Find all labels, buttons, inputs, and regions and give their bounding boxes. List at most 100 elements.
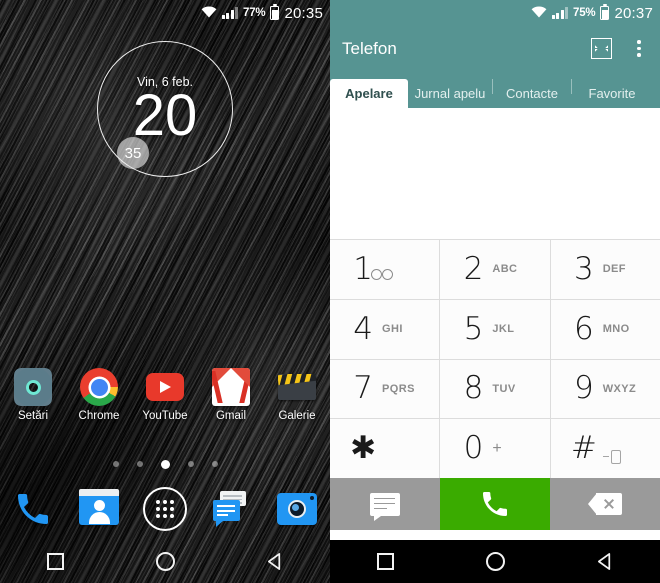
gear-center [25, 379, 41, 395]
nav-recents-button[interactable] [0, 553, 110, 570]
app-label: YouTube [142, 410, 188, 422]
page-dot[interactable] [136, 461, 143, 467]
key-7[interactable]: 7 PQRS [330, 359, 440, 419]
camera-icon [277, 489, 317, 529]
battery-icon [600, 3, 610, 20]
nav-home-button[interactable] [440, 552, 550, 571]
tab-bar: Apelare Jurnal apelu Contacte Favorite [330, 71, 660, 108]
triangle-back-icon [597, 553, 610, 570]
shrink-screen-icon[interactable] [591, 38, 612, 59]
key-number: 1 [353, 250, 374, 287]
key-0[interactable]: 0 + [440, 419, 550, 478]
backspace-button[interactable] [550, 478, 660, 530]
clock-minute: 35 [117, 137, 149, 169]
key-letters: GHI [382, 323, 403, 336]
dock-item-messages[interactable] [198, 487, 264, 531]
app-label: Galerie [278, 410, 316, 422]
battery-icon [270, 3, 280, 20]
key-number: 7 [353, 370, 374, 407]
key-letters: ABC [492, 263, 518, 276]
overflow-menu-icon[interactable] [630, 39, 648, 59]
clock-hour: 20 [132, 83, 198, 148]
dial-input-field[interactable] [330, 108, 660, 239]
key-number: 6 [573, 310, 594, 347]
clock-widget[interactable]: Vin, 6 feb. 20 35 [97, 41, 233, 177]
nav-back-button[interactable] [550, 552, 660, 571]
app-bar: Telefon [330, 26, 660, 71]
key-number: 9 [573, 370, 594, 407]
key-letters: DEF [602, 263, 626, 276]
app-icon-youtube[interactable]: YouTube [132, 368, 198, 422]
dock [0, 487, 330, 531]
dock-item-app-drawer[interactable] [132, 487, 198, 531]
key-letters: PQRS [382, 382, 415, 395]
nav-home-button[interactable] [110, 552, 220, 571]
tab-label: Jurnal apelu [414, 86, 486, 101]
settings-gear-icon [14, 368, 52, 406]
tab-apelare[interactable]: Apelare [330, 79, 408, 108]
key-4[interactable]: 4 GHI [330, 299, 440, 359]
page-dot-active[interactable] [160, 459, 170, 469]
tab-label: Contacte [505, 86, 559, 101]
message-button[interactable] [330, 478, 440, 530]
key-letters: MNO [602, 323, 630, 336]
tab-jurnal-apeluri[interactable]: Jurnal apelu [408, 79, 492, 108]
app-icon-gmail[interactable]: Gmail [198, 368, 264, 422]
dock-item-camera[interactable] [264, 487, 330, 531]
key-5[interactable]: 5 JKL [440, 299, 550, 359]
key-2[interactable]: 2 ABC [440, 240, 550, 299]
gmail-icon [212, 368, 250, 406]
key-number: 2 [463, 250, 484, 287]
dock-item-phone[interactable] [0, 487, 66, 531]
call-button[interactable] [440, 478, 550, 530]
battery-percent-label: 75% [573, 7, 596, 19]
cellular-signal-icon [221, 7, 239, 19]
page-dot[interactable] [112, 461, 119, 467]
key-plus: + [492, 439, 503, 457]
phone-dialer-app: 75% 20:37 Telefon Apelare Jurnal apelu C… [330, 0, 660, 583]
key-hash[interactable]: # [550, 419, 660, 478]
square-icon [376, 553, 394, 570]
nav-back-button[interactable] [220, 552, 330, 571]
action-bar [330, 478, 660, 530]
chrome-icon [80, 368, 118, 406]
battery-percent-label: 77% [243, 7, 266, 19]
status-clock: 20:37 [614, 4, 653, 22]
key-number: 8 [463, 370, 484, 407]
app-label: Chrome [78, 410, 120, 422]
circle-icon [485, 552, 505, 571]
wifi-icon [201, 5, 217, 21]
cellular-signal-icon [551, 7, 569, 19]
call-icon [483, 492, 507, 516]
key-9[interactable]: 9 WXYZ [550, 359, 660, 419]
circle-icon [155, 552, 175, 571]
app-drawer-icon [143, 487, 187, 531]
phone-handset-icon [13, 489, 53, 529]
app-icon-setari[interactable]: Setări [0, 368, 66, 422]
app-icon-galerie[interactable]: Galerie [264, 368, 330, 422]
key-8[interactable]: 8 TUV [440, 359, 550, 419]
dial-pad: 1 2 ABC 3 DEF 4 GHI 5 JKL 6 MNO 7 PQRS 8… [330, 239, 660, 478]
page-dot[interactable] [187, 461, 194, 467]
key-1[interactable]: 1 [330, 240, 440, 299]
page-dot[interactable] [211, 461, 218, 467]
key-6[interactable]: 6 MNO [550, 299, 660, 359]
key-star[interactable]: ✱ [330, 419, 440, 478]
contacts-icon [79, 489, 119, 529]
app-row: Setări Chrome YouTube Gmail Galerie [0, 368, 330, 422]
key-letters: WXYZ [602, 382, 637, 395]
nav-recents-button[interactable] [330, 553, 440, 570]
tab-favorite[interactable]: Favorite [572, 79, 652, 108]
tab-label: Favorite [588, 86, 636, 101]
backspace-icon [588, 493, 622, 515]
key-number: 0 [463, 430, 484, 467]
app-icon-chrome[interactable]: Chrome [66, 368, 132, 422]
tab-label: Apelare [345, 86, 393, 101]
nav-bar-right [330, 540, 660, 583]
tab-contacte[interactable]: Contacte [493, 79, 571, 108]
key-letters: TUV [492, 382, 516, 395]
youtube-icon [146, 368, 184, 406]
key-3[interactable]: 3 DEF [550, 240, 660, 299]
status-clock: 20:35 [284, 4, 323, 22]
dock-item-contacts[interactable] [66, 487, 132, 531]
